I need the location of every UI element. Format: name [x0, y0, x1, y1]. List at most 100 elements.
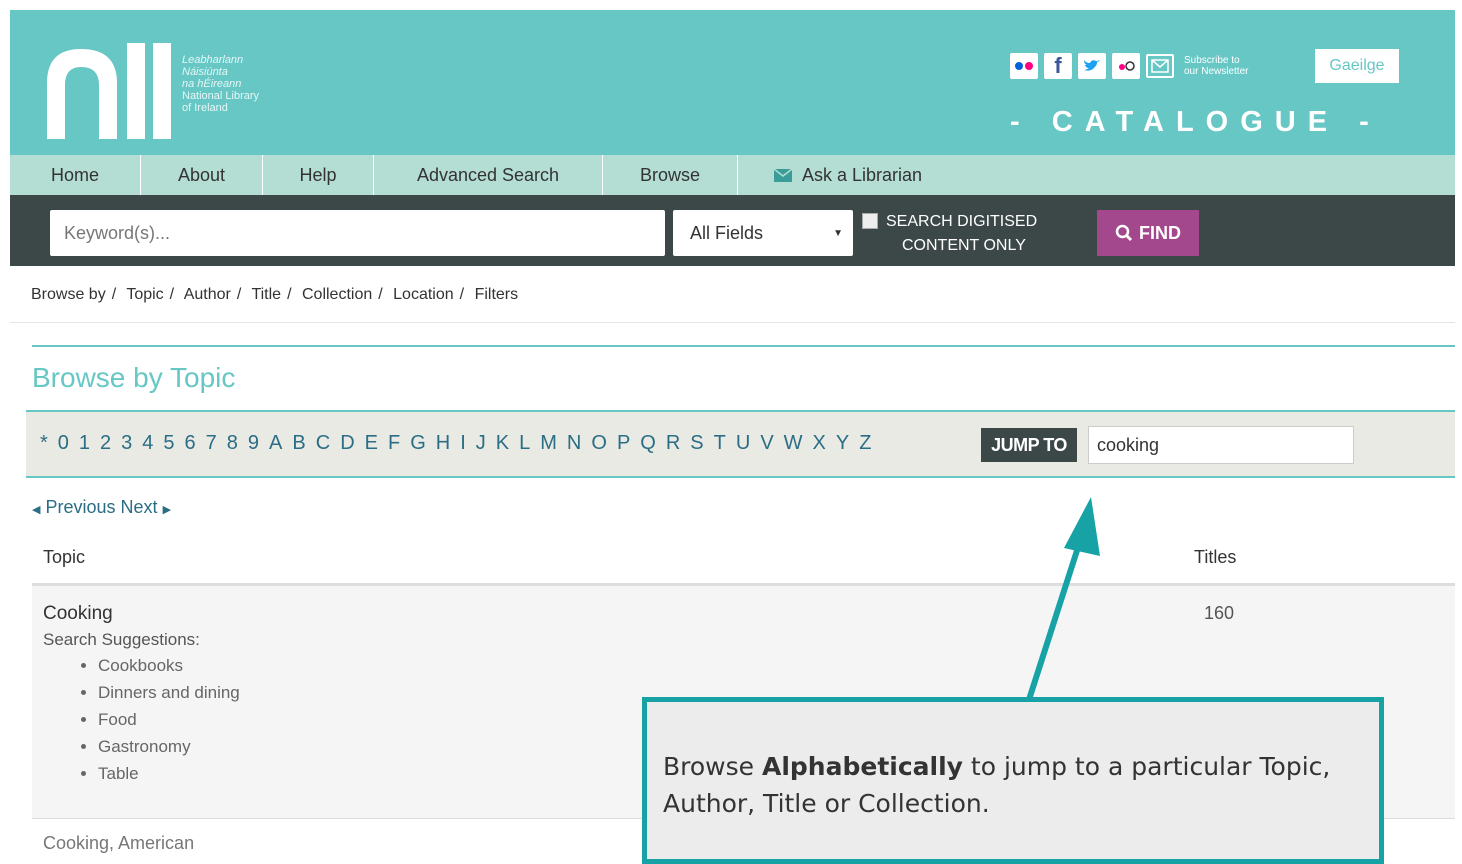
alphabet-letter[interactable]: 0	[58, 432, 69, 455]
catalogue-label: - CATALOGUE -	[1010, 106, 1381, 138]
alphabet-letter[interactable]: 6	[185, 432, 196, 455]
subscribe-link[interactable]: Subscribe to our Newsletter	[1184, 55, 1248, 77]
topic-link[interactable]: Cooking, American	[43, 833, 194, 854]
alphabet-letter[interactable]: X	[813, 432, 826, 455]
digitised-only-option[interactable]: SEARCH DIGITISED CONTENT ONLY	[862, 210, 1037, 258]
alphabet-letter[interactable]: V	[760, 432, 773, 455]
topic-link[interactable]: Cooking	[43, 603, 113, 625]
digitised-label: SEARCH DIGITISED	[886, 213, 1038, 230]
subscribe-line: our Newsletter	[1184, 66, 1249, 77]
nav-ask-librarian[interactable]: Ask a Librarian	[738, 155, 1038, 195]
caret-left-icon: ◀	[32, 504, 41, 516]
alphabet-letter[interactable]: G	[410, 432, 426, 455]
alphabet-letter[interactable]: *	[40, 432, 48, 455]
nav-home[interactable]: Home	[10, 155, 141, 195]
alphabet-letter[interactable]: T	[714, 432, 726, 455]
alphabet-bar: * 0 1 2 3 4 5 6 7 8 9 A B C D E F G H I J K L M N O P Q R S T U V W X Y Z JU…	[26, 410, 1455, 478]
main-nav: Home About Help Advanced Search Browse A…	[10, 155, 1455, 195]
alphabet-letter[interactable]: F	[388, 432, 400, 455]
alphabet-letter[interactable]: N	[567, 432, 581, 455]
caret-right-icon: ▶	[162, 504, 172, 516]
alphabet-letter[interactable]: B	[292, 432, 305, 455]
suggestion-item[interactable]: Food	[98, 706, 240, 733]
alphabet-letter[interactable]: 3	[121, 432, 132, 455]
column-header-topic: Topic	[43, 547, 86, 567]
alphabet-letter[interactable]: C	[316, 432, 330, 455]
nav-about[interactable]: About	[141, 155, 263, 195]
nli-logo[interactable]	[47, 43, 173, 139]
breadcrumb-filters[interactable]: Filters	[475, 286, 519, 303]
logo-text: Leabharlann Náisiúnta na hÉireann Nation…	[182, 54, 259, 114]
jump-to-button[interactable]: JUMP TO	[981, 428, 1077, 462]
dropdown-caret-icon: ▼	[833, 227, 843, 239]
alphabet-letter[interactable]: 4	[142, 432, 153, 455]
nav-advanced-search[interactable]: Advanced Search	[374, 155, 603, 195]
alphabet-letter[interactable]: Y	[836, 432, 849, 455]
alphabet-letter[interactable]: 9	[248, 432, 259, 455]
breadcrumb-title[interactable]: Title	[251, 286, 281, 303]
find-button[interactable]: FIND	[1097, 210, 1199, 256]
facebook-icon[interactable]: f	[1044, 53, 1072, 79]
logo-line: National Library	[182, 90, 260, 102]
alphabet-letter[interactable]: D	[340, 432, 354, 455]
flickr-icon[interactable]	[1010, 53, 1038, 79]
breadcrumb-author[interactable]: Author	[184, 286, 231, 303]
next-link[interactable]: Next ▶	[121, 497, 172, 517]
breadcrumb: Browse by / Topic / Author / Title / Collect…	[31, 286, 519, 303]
alphabet-letter[interactable]: A	[269, 432, 282, 455]
alphabet-letter[interactable]: M	[540, 432, 557, 455]
alphabet-letter[interactable]: L	[519, 432, 530, 455]
social-links: f Subscribe to our Newsletter	[1010, 53, 1248, 79]
page-title: Browse by Topic	[32, 362, 236, 393]
alphabet-letter[interactable]: 2	[100, 432, 111, 455]
alphabet-letter[interactable]: R	[666, 432, 680, 455]
alphabet-letter[interactable]: 8	[227, 432, 238, 455]
titles-count: 160	[1204, 603, 1235, 623]
twitter-icon[interactable]	[1078, 53, 1106, 79]
breadcrumb-location[interactable]: Location	[393, 286, 454, 303]
alphabet-letter[interactable]: 1	[79, 432, 90, 455]
pagination: ◀ Previous Next ▶	[32, 497, 171, 518]
alphabet-letter[interactable]: P	[617, 432, 630, 455]
alphabet-letter[interactable]: O	[591, 432, 607, 455]
email-icon[interactable]	[1146, 54, 1174, 78]
keyword-input[interactable]: Keyword(s)...	[50, 210, 665, 256]
alphabet-letter[interactable]: U	[736, 432, 750, 455]
jump-to-input[interactable]: cooking	[1088, 426, 1354, 464]
annotation-callout: Browse Alphabetically to jump to a parti…	[642, 697, 1384, 864]
digitised-checkbox[interactable]	[862, 213, 878, 229]
logo-line: Leabharlann	[182, 54, 244, 66]
alphabet-letter[interactable]: 5	[163, 432, 174, 455]
alphabet-letter[interactable]: E	[365, 432, 378, 455]
alphabet-letter[interactable]: 7	[206, 432, 217, 455]
prev-label: Previous	[45, 497, 116, 517]
next-label: Next	[120, 497, 158, 517]
alphabet-letter[interactable]: K	[496, 432, 509, 455]
nav-browse[interactable]: Browse	[603, 155, 738, 195]
prev-link[interactable]: ◀ Previous	[32, 497, 116, 517]
ask-librarian-label: Ask a Librarian	[802, 164, 923, 185]
alphabet-letter[interactable]: S	[690, 432, 703, 455]
alphabet-letter[interactable]: Q	[640, 432, 656, 455]
field-select[interactable]: All Fields ▼	[673, 210, 853, 256]
column-header-titles: Titles	[1194, 547, 1237, 567]
logo-line: na hÉireann	[182, 78, 242, 90]
nav-help[interactable]: Help	[263, 155, 374, 195]
alphabet-letter[interactable]: J	[476, 432, 486, 455]
breadcrumb-collection[interactable]: Collection	[302, 286, 372, 303]
language-button[interactable]: Gaeilge	[1315, 49, 1399, 83]
field-select-value: All Fields	[690, 222, 764, 243]
alphabet-letter[interactable]: W	[784, 432, 803, 455]
alphabet-letter[interactable]: Z	[859, 432, 871, 455]
alphabet-letter[interactable]: I	[460, 432, 466, 455]
logo-line: Náisiúnta	[182, 66, 228, 78]
suggestion-item[interactable]: Table	[98, 760, 240, 787]
suggestion-item[interactable]: Gastronomy	[98, 733, 240, 760]
alphabet-letter[interactable]: H	[436, 432, 450, 455]
breadcrumb-topic[interactable]: Topic	[126, 286, 163, 303]
suggestion-item[interactable]: Cookbooks	[98, 652, 240, 679]
search-bar: Keyword(s)... All Fields ▼ SEARCH DIGITI…	[10, 195, 1455, 266]
flickr-alt-icon[interactable]	[1112, 53, 1140, 79]
suggestion-item[interactable]: Dinners and dining	[98, 679, 240, 706]
alphabet-letters: * 0 1 2 3 4 5 6 7 8 9 A B C D E F G H I J K L M N O P Q R S T U V W X Y Z	[40, 432, 871, 455]
